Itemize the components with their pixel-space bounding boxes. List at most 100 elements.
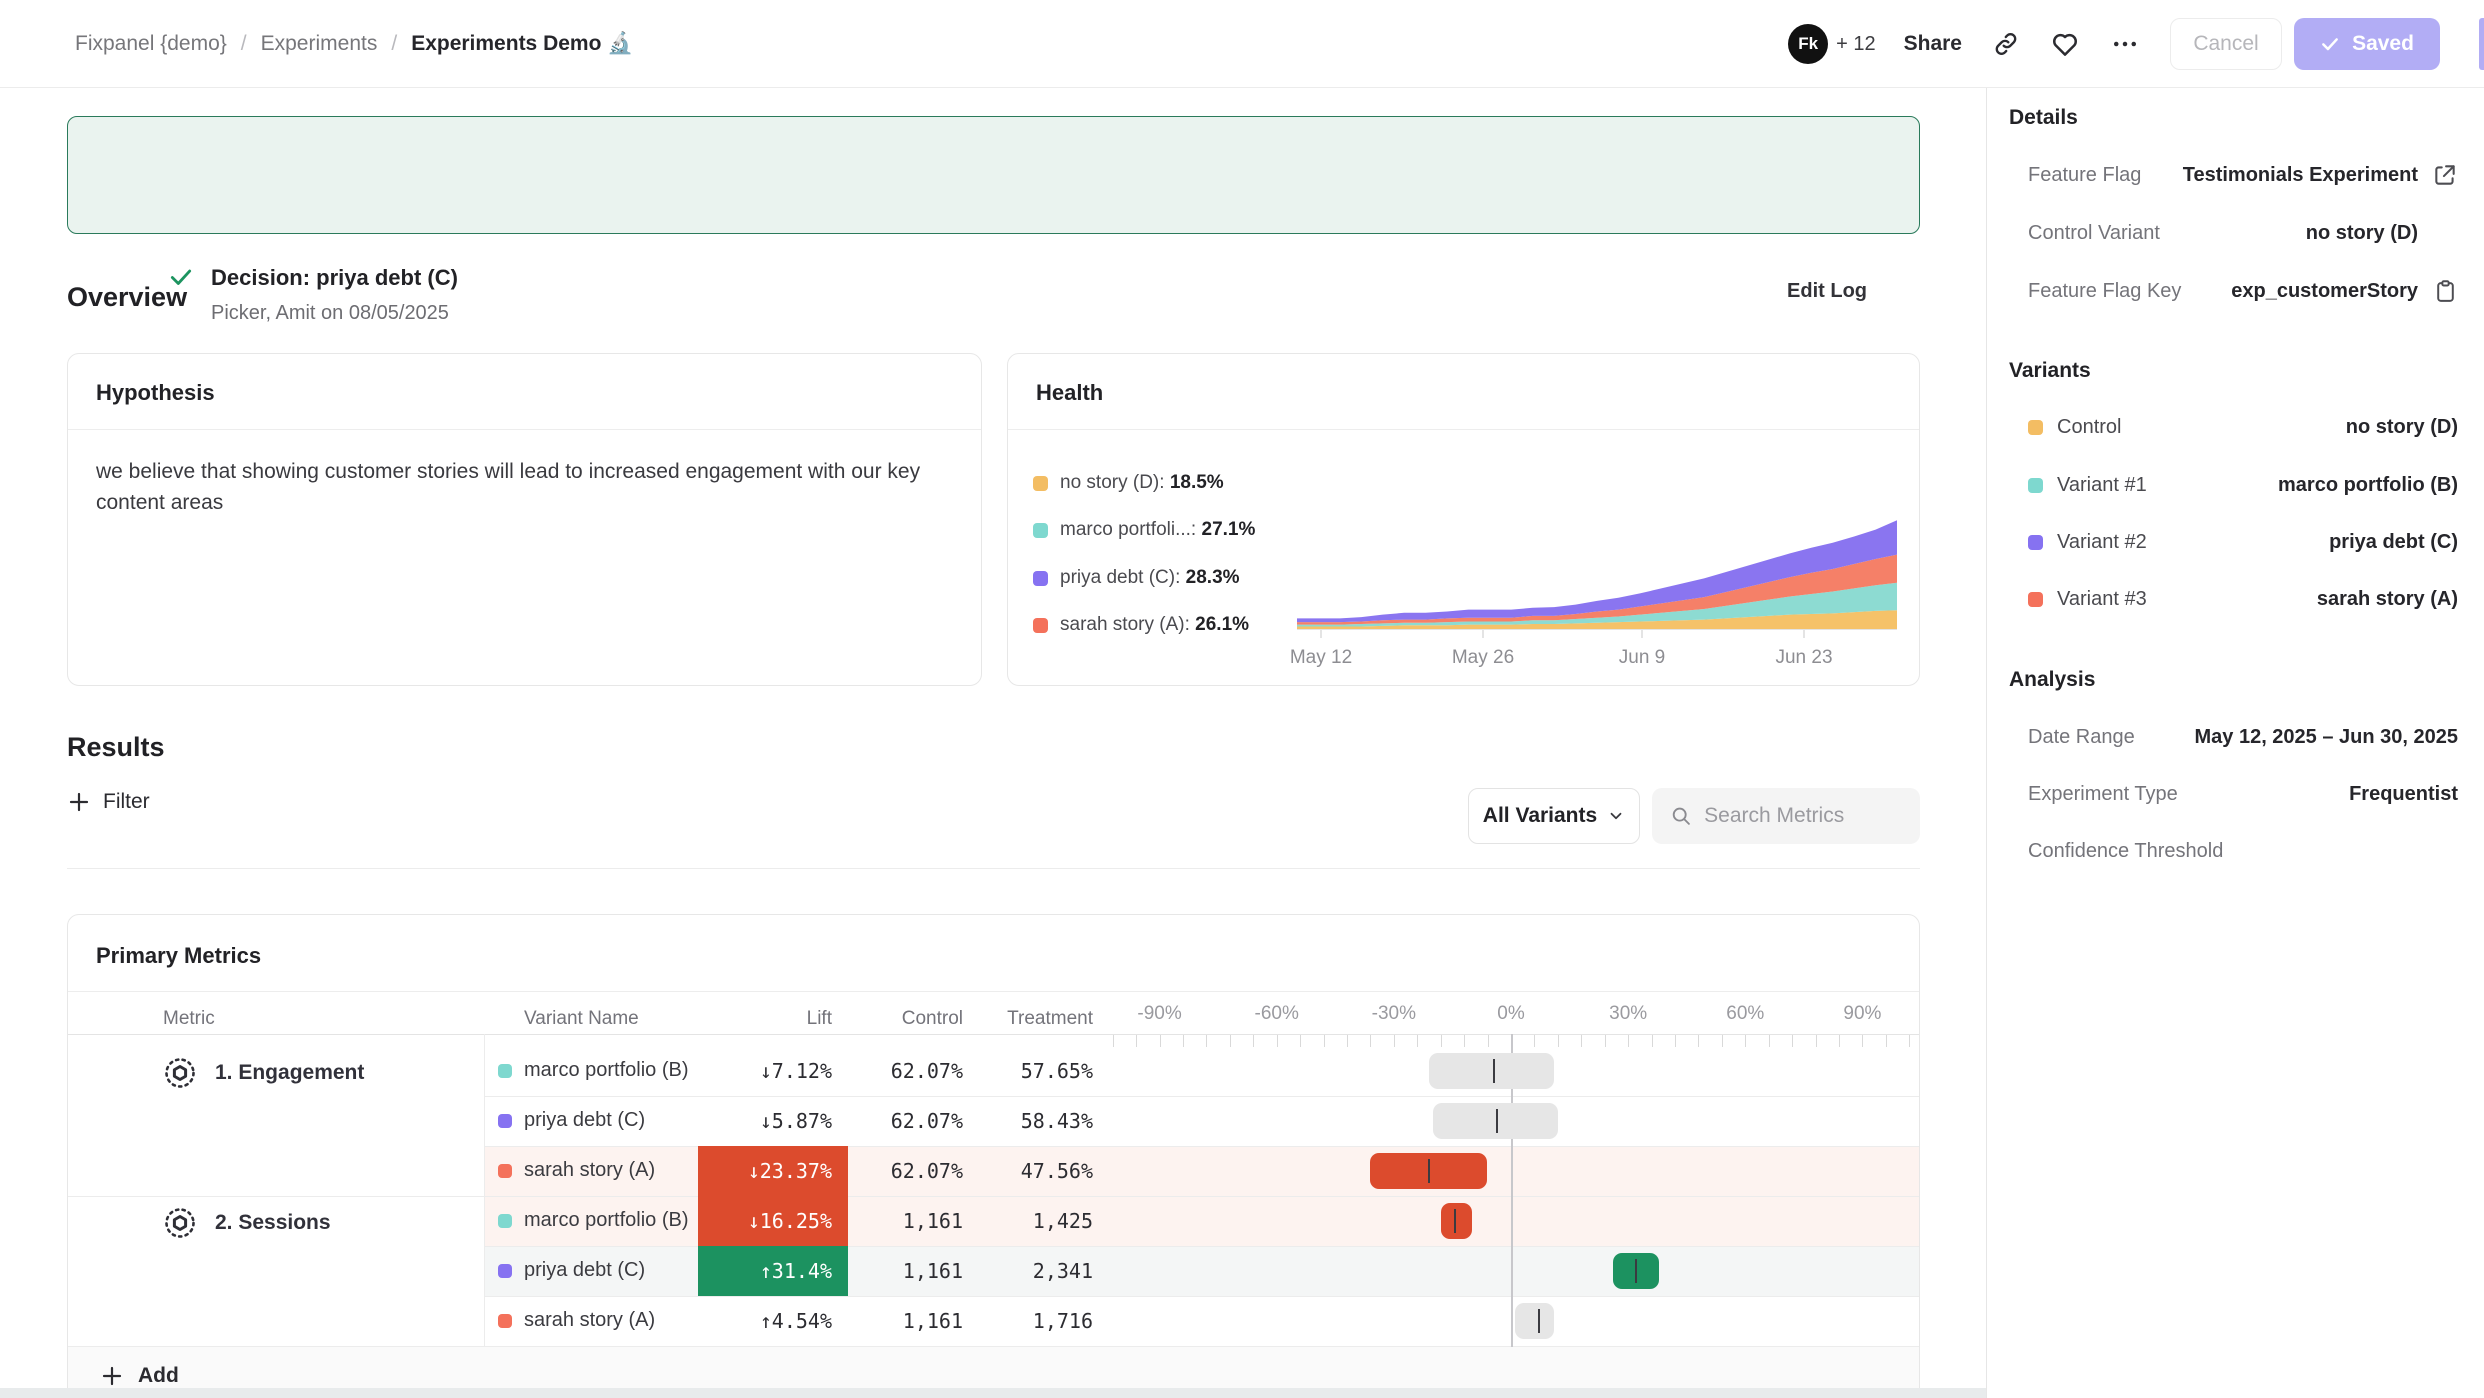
saved-button[interactable]: Saved xyxy=(2294,18,2440,70)
copy-link-button[interactable] xyxy=(1992,30,2020,58)
variant-name: priya debt (C) xyxy=(524,1259,645,1282)
variant-slot-label: Control xyxy=(2057,416,2121,439)
variant-color-swatch xyxy=(2028,420,2043,435)
variant-color-dot xyxy=(498,1214,512,1228)
control-value: 62.07% xyxy=(858,1146,963,1196)
filter-label: Filter xyxy=(103,790,150,814)
search-icon xyxy=(1670,803,1692,829)
legend-swatch-icon xyxy=(1033,523,1048,538)
control-value: 62.07% xyxy=(858,1046,963,1096)
control-value: 1,161 xyxy=(858,1246,963,1296)
plus-icon xyxy=(67,790,91,814)
treatment-value: 1,425 xyxy=(973,1196,1093,1246)
analysis-row: Date RangeMay 12, 2025 – Jun 30, 2025 xyxy=(2028,722,2458,752)
lift-mean-tick xyxy=(1496,1109,1498,1133)
details-row: Control Variantno story (D) xyxy=(2028,218,2458,248)
metric-name: 1. Engagement xyxy=(163,1056,364,1090)
lift-mean-tick xyxy=(1538,1309,1540,1333)
variants-dropdown[interactable]: All Variants xyxy=(1468,788,1640,844)
check-icon xyxy=(2320,34,2340,54)
lift-value: ↓7.12% xyxy=(698,1046,848,1096)
analysis-row: Experiment TypeFrequentist xyxy=(2028,779,2458,809)
metric-name-label: 1. Engagement xyxy=(215,1061,364,1085)
health-legend-item: no story (D): 18.5% xyxy=(1033,472,1224,494)
lift-axis-label: 30% xyxy=(1583,1003,1673,1025)
metric-name-label: 2. Sessions xyxy=(215,1211,331,1235)
link-icon xyxy=(1992,30,2020,58)
analysis-value: Frequentist xyxy=(2349,783,2458,806)
table-row: priya debt (C)↓5.87%62.07%58.43% xyxy=(68,1096,1920,1146)
x-axis-tick-label: May 26 xyxy=(1438,647,1528,669)
divider xyxy=(68,1034,1919,1035)
x-axis-tick-label: Jun 9 xyxy=(1597,647,1687,669)
cancel-button[interactable]: Cancel xyxy=(2170,18,2282,70)
control-value: 1,161 xyxy=(858,1296,963,1346)
clipboard-button[interactable] xyxy=(2418,279,2458,304)
hypothesis-body: we believe that showing customer stories… xyxy=(96,456,956,518)
analysis-row: Confidence Threshold xyxy=(2028,836,2458,866)
experiment-report-page: Fixpanel {demo}/Experiments/Experiments … xyxy=(0,0,2484,1398)
overview-heading: Overview xyxy=(67,282,187,313)
details-row: Feature Flag Keyexp_customerStory xyxy=(2028,276,2458,306)
table-row: 2. Sessionsmarco portfolio (B)↓16.25%1,1… xyxy=(68,1196,1920,1246)
divider xyxy=(68,991,1919,992)
variant-value: priya debt (C) xyxy=(2329,531,2458,554)
legend-label: priya debt (C): 28.3% xyxy=(1060,567,1240,589)
favorite-button[interactable] xyxy=(2050,29,2080,59)
column-header-control: Control xyxy=(858,1003,963,1034)
treatment-value: 47.56% xyxy=(973,1146,1093,1196)
share-button[interactable]: Share xyxy=(1904,32,1962,56)
lift-mean-tick xyxy=(1454,1209,1456,1233)
search-metrics-input[interactable] xyxy=(1704,804,1902,828)
results-heading: Results xyxy=(67,732,165,763)
details-label: Feature Flag xyxy=(2028,164,2141,187)
divider xyxy=(1008,429,1919,430)
health-legend-item: sarah story (A): 26.1% xyxy=(1033,614,1249,636)
saved-button-label: Saved xyxy=(2352,32,2414,56)
variant-value: marco portfolio (B) xyxy=(2278,474,2458,497)
variant-value: no story (D) xyxy=(2346,416,2458,439)
table-row: sarah story (A)↑4.54%1,1611,716 xyxy=(68,1296,1920,1346)
lift-value: ↓16.25% xyxy=(698,1196,848,1246)
external-link-button[interactable] xyxy=(2418,162,2458,188)
add-filter-button[interactable]: Filter xyxy=(67,790,150,814)
lift-axis-label: 0% xyxy=(1466,1003,1556,1025)
primary-metrics-card: Primary Metrics Metric Variant Name Lift… xyxy=(67,914,1920,1398)
legend-label: sarah story (A): 26.1% xyxy=(1060,614,1249,636)
breadcrumb-item[interactable]: Experiments Demo 🔬 xyxy=(411,32,633,56)
treatment-value: 2,341 xyxy=(973,1246,1093,1296)
treatment-value: 1,716 xyxy=(973,1296,1093,1346)
plus-icon xyxy=(100,1364,124,1388)
avatar-overflow-count[interactable]: + 12 xyxy=(1836,33,1875,56)
variants-heading: Variants xyxy=(2009,359,2091,383)
details-sidebar: DetailsFeature FlagTestimonials Experime… xyxy=(1986,88,2484,1398)
more-options-button[interactable] xyxy=(2110,29,2140,59)
variant-name: marco portfolio (B) xyxy=(524,1209,689,1232)
hypothesis-title: Hypothesis xyxy=(96,380,215,406)
breadcrumb-item[interactable]: Experiments xyxy=(261,32,378,56)
breadcrumb-separator: / xyxy=(391,32,397,56)
lift-mean-tick xyxy=(1635,1259,1637,1283)
variant-color-swatch xyxy=(2028,592,2043,607)
decision-banner: Decision: priya debt (C) Picker, Amit on… xyxy=(67,116,1920,234)
search-metrics-box xyxy=(1652,788,1920,844)
variant-color-swatch xyxy=(2028,478,2043,493)
avatar[interactable]: Fk xyxy=(1788,24,1828,64)
top-actions: Fk + 12 Share Cancel Saved xyxy=(1788,0,2440,88)
variant-name: priya debt (C) xyxy=(524,1109,645,1132)
x-axis-tick-label: Jun 23 xyxy=(1759,647,1849,669)
legend-swatch-icon xyxy=(1033,476,1048,491)
metric-target-icon xyxy=(163,1206,197,1240)
breadcrumb-item[interactable]: Fixpanel {demo} xyxy=(75,32,227,56)
variant-row: Variant #3sarah story (A) xyxy=(2028,584,2458,614)
legend-label: marco portfoli...: 27.1% xyxy=(1060,519,1255,541)
health-legend-item: priya debt (C): 28.3% xyxy=(1033,567,1240,589)
confidence-interval-bar xyxy=(1429,1053,1554,1089)
variant-slot-label: Variant #3 xyxy=(2057,588,2147,611)
variant-slot-label: Variant #1 xyxy=(2057,474,2147,497)
x-axis-tick-label: May 12 xyxy=(1276,647,1366,669)
analysis-label: Date Range xyxy=(2028,726,2135,749)
variant-color-dot xyxy=(498,1264,512,1278)
metric-target-icon xyxy=(163,1056,197,1090)
edit-log-button[interactable]: Edit Log xyxy=(1787,280,1867,303)
